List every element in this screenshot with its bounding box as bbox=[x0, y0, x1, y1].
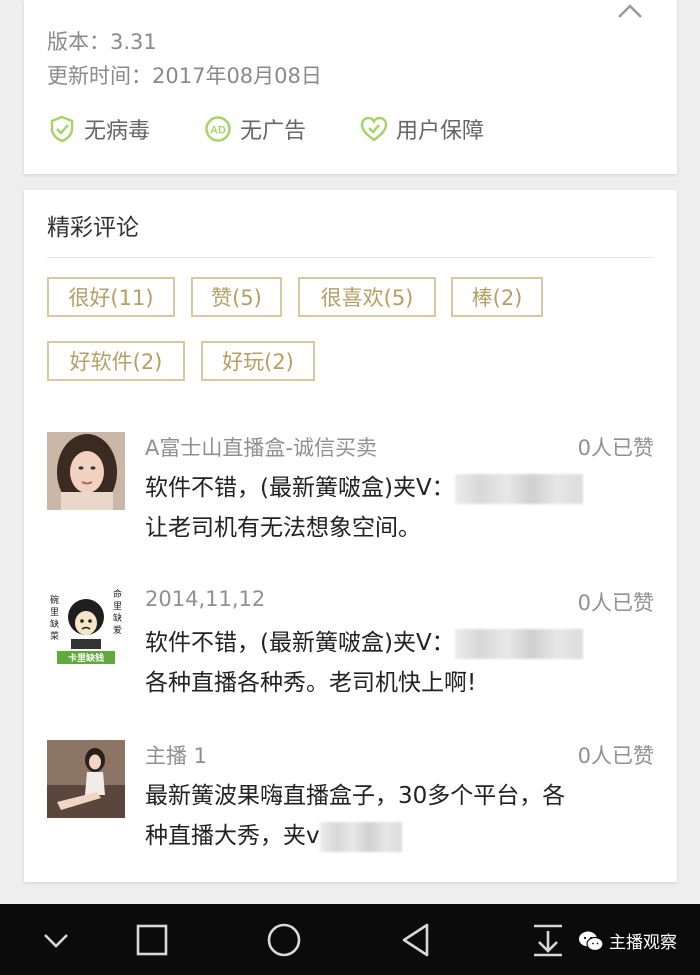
ad-block-icon: AD bbox=[205, 116, 231, 142]
comment-text-line: 软件不错，(最新簧啵盒)夹V： bbox=[145, 475, 455, 501]
tag-great[interactable]: 棒(2) bbox=[451, 277, 543, 317]
chevron-down-icon[interactable] bbox=[36, 920, 76, 960]
like-count[interactable]: 0人已赞 bbox=[578, 432, 654, 462]
tag-very-good[interactable]: 很好(11) bbox=[47, 277, 175, 317]
watermark-text: 主播观察 bbox=[609, 933, 677, 953]
blurred-contact bbox=[319, 821, 402, 852]
comment-username: 主播 1 bbox=[145, 744, 208, 768]
tag-like-a-lot[interactable]: 很喜欢(5) bbox=[298, 277, 436, 317]
avatar[interactable]: 碗里缺菜 命里缺爱 卡里缺钱 bbox=[47, 587, 125, 665]
download-icon[interactable] bbox=[528, 920, 568, 960]
blurred-contact bbox=[454, 473, 583, 504]
app-version: 版本：3.31 bbox=[47, 30, 157, 54]
avatar[interactable] bbox=[47, 432, 125, 510]
no-virus-badge: 无病毒 bbox=[48, 113, 150, 145]
square-icon[interactable] bbox=[132, 920, 172, 960]
comment-text-line: 各种直播各种秀。老司机快上啊! bbox=[145, 670, 477, 696]
svg-text:AD: AD bbox=[210, 125, 226, 137]
avatar-caption: 卡里缺钱 bbox=[68, 652, 104, 664]
chevron-up-icon[interactable] bbox=[616, 2, 644, 20]
tag-praise[interactable]: 赞(5) bbox=[191, 277, 282, 317]
app-info-card: 版本：3.31 更新时间：2017年08月08日 无病毒 AD 无广告 用户保障 bbox=[24, 0, 677, 174]
comment-item: 主播 1 0人已赞 最新簧波果嗨直播盒子，30多个平台，各 种直播大秀，夹v bbox=[47, 740, 654, 870]
like-count[interactable]: 0人已赞 bbox=[578, 587, 654, 617]
wechat-icon bbox=[579, 931, 604, 951]
comment-text-line: 让老司机有无法想象空间。 bbox=[145, 515, 421, 541]
circle-icon[interactable] bbox=[264, 920, 304, 960]
no-ad-label: 无广告 bbox=[240, 119, 307, 144]
section-divider bbox=[47, 257, 654, 258]
comment-item: A富士山直播盒-诚信买卖 0人已赞 软件不错，(最新簧啵盒)夹V： 让老司机有无… bbox=[47, 432, 654, 562]
user-guarantee-label: 用户保障 bbox=[396, 119, 485, 144]
comment-text-line: 最新簧波果嗨直播盒子，30多个平台，各 bbox=[145, 783, 566, 809]
comment-text: 软件不错，(最新簧啵盒)夹V： 各种直播各种秀。老司机快上啊! bbox=[145, 623, 655, 703]
user-guarantee-badge: 用户保障 bbox=[360, 113, 484, 145]
shield-check-icon bbox=[50, 115, 74, 143]
tag-fun[interactable]: 好玩(2) bbox=[201, 341, 315, 381]
comment-username: 2014,11,12 bbox=[145, 587, 266, 611]
update-time: 更新时间：2017年08月08日 bbox=[47, 64, 322, 88]
tag-good-software[interactable]: 好软件(2) bbox=[47, 341, 185, 381]
like-count[interactable]: 0人已赞 bbox=[578, 740, 654, 770]
no-virus-label: 无病毒 bbox=[84, 119, 151, 144]
comment-item: 碗里缺菜 命里缺爱 卡里缺钱 2014,11,12 0人已赞 软件不错，(最新簧… bbox=[47, 587, 654, 717]
avatar[interactable] bbox=[47, 740, 125, 818]
watermark: 主播观察 bbox=[578, 928, 677, 953]
comment-text: 软件不错，(最新簧啵盒)夹V： 让老司机有无法想象空间。 bbox=[145, 468, 655, 548]
no-ad-badge: AD 无广告 bbox=[204, 113, 306, 145]
comment-text-line: 种直播大秀，夹v bbox=[145, 823, 320, 849]
heart-guarantee-icon bbox=[360, 116, 388, 142]
comment-text-line: 软件不错，(最新簧啵盒)夹V： bbox=[145, 630, 455, 656]
comments-card: 精彩评论 很好(11) 赞(5) 很喜欢(5) 棒(2) 好软件(2) 好玩(2… bbox=[24, 190, 677, 882]
comments-section-title: 精彩评论 bbox=[47, 215, 139, 241]
comment-text: 最新簧波果嗨直播盒子，30多个平台，各 种直播大秀，夹v bbox=[145, 776, 655, 856]
comment-username: A富士山直播盒-诚信买卖 bbox=[145, 436, 377, 460]
triangle-back-icon[interactable] bbox=[396, 920, 436, 960]
navigation-bar: 主播观察 bbox=[0, 904, 700, 975]
blurred-contact bbox=[454, 628, 583, 659]
